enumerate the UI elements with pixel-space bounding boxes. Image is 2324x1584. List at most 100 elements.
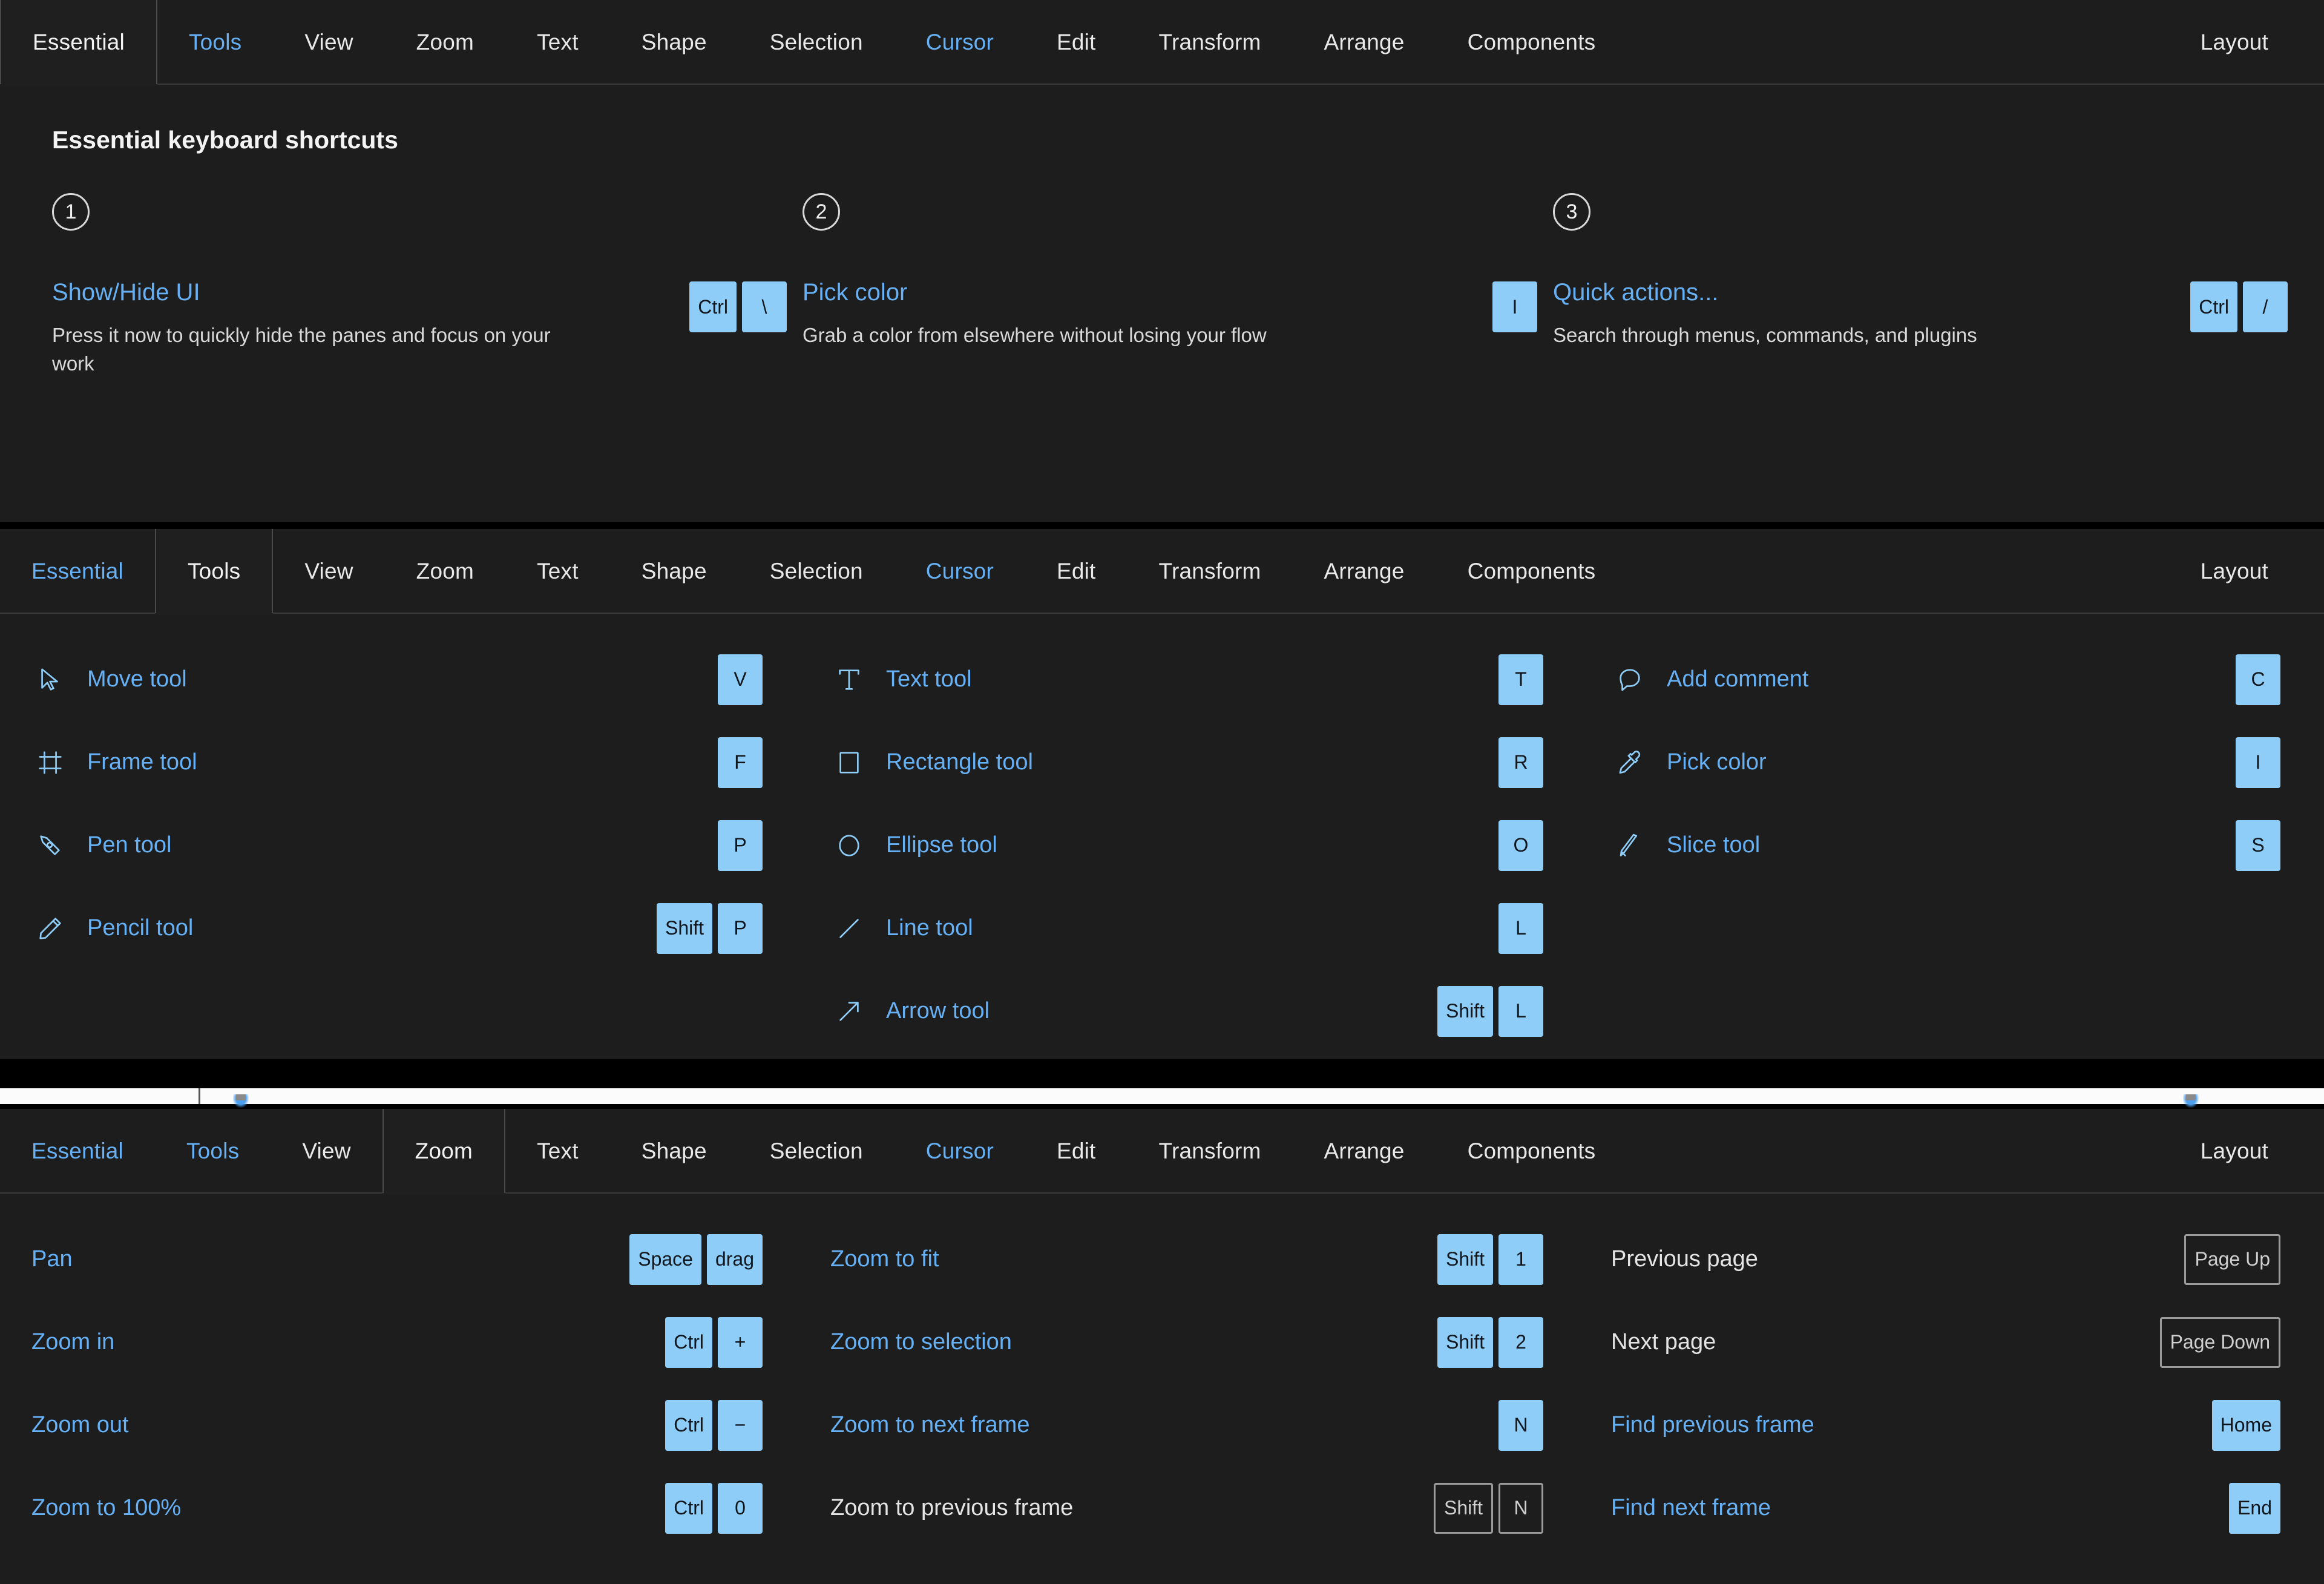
shortcut-label[interactable]: Add comment	[1667, 666, 1808, 692]
shortcut-label[interactable]: Find previous frame	[1611, 1412, 1814, 1438]
tab-cursor[interactable]: Cursor	[894, 529, 1025, 614]
shortcut-label[interactable]: Ellipse tool	[886, 832, 997, 858]
shortcut-label[interactable]: Zoom to 100%	[31, 1495, 181, 1521]
shortcut-row[interactable]: Zoom to next frame N	[830, 1384, 1543, 1467]
tab-text[interactable]: Text	[505, 1109, 610, 1194]
shortcut-row[interactable]: Zoom to 100% Ctrl 0	[31, 1467, 763, 1549]
shortcut-label[interactable]: Zoom to previous frame	[830, 1495, 1073, 1521]
shortcut-row[interactable]: Zoom out Ctrl −	[31, 1384, 763, 1467]
shortcut-label[interactable]: Rectangle tool	[886, 749, 1033, 775]
tab-zoom[interactable]: Zoom	[385, 529, 505, 614]
tab-edit[interactable]: Edit	[1025, 529, 1128, 614]
shortcut-row[interactable]: Zoom to previous frame Shift N	[830, 1467, 1543, 1549]
shortcut-label[interactable]: Zoom to fit	[830, 1246, 939, 1272]
tab-shape[interactable]: Shape	[610, 0, 738, 85]
shortcut-label[interactable]: Text tool	[886, 666, 972, 692]
tab-essential[interactable]: Essential	[0, 1109, 155, 1194]
tab-view[interactable]: View	[273, 529, 384, 614]
shortcut-label[interactable]: Previous page	[1611, 1246, 1758, 1272]
shortcut-row[interactable]: Pen tool P	[31, 804, 763, 887]
tab-arrange[interactable]: Arrange	[1293, 529, 1436, 614]
shortcut-row[interactable]: Pick color I	[1611, 721, 2280, 804]
tab-layout[interactable]: Layout	[2169, 1109, 2324, 1194]
shortcut-column: Zoom to fit Shift 1 Zoom to selection Shift 2…	[799, 1218, 1580, 1549]
shortcut-row[interactable]: Find next frame End	[1611, 1467, 2280, 1549]
tab-components[interactable]: Components	[1436, 529, 1627, 614]
shortcut-row[interactable]: Pencil tool Shift P	[31, 887, 763, 970]
tab-tools[interactable]: Tools	[157, 0, 273, 85]
shortcut-description: Press it now to quickly hide the panes a…	[52, 324, 551, 375]
tab-arrange[interactable]: Arrange	[1293, 1109, 1436, 1194]
tab-selection[interactable]: Selection	[738, 1109, 894, 1194]
shortcut-row[interactable]: Rectangle tool R	[830, 721, 1543, 804]
tab-zoom[interactable]: Zoom	[385, 0, 505, 85]
shortcut-label[interactable]: Pencil tool	[87, 915, 193, 941]
shortcut-row[interactable]: Ellipse tool O	[830, 804, 1543, 887]
shortcut-label[interactable]: Pan	[31, 1246, 73, 1272]
tab-text[interactable]: Text	[505, 529, 610, 614]
shortcut-row[interactable]: Arrow tool Shift L	[830, 970, 1543, 1053]
shortcut-name[interactable]: Pick color	[803, 280, 1492, 304]
tab-transform[interactable]: Transform	[1128, 529, 1293, 614]
shortcut-row[interactable]: Zoom in Ctrl +	[31, 1301, 763, 1384]
shortcut-label[interactable]: Line tool	[886, 915, 973, 941]
shortcut-label[interactable]: Zoom out	[31, 1412, 129, 1438]
separator-handle-left[interactable]	[233, 1094, 249, 1108]
shortcut-row[interactable]: Next page Page Down	[1611, 1301, 2280, 1384]
shortcut-row[interactable]: Zoom to fit Shift 1	[830, 1218, 1543, 1301]
shortcut-label[interactable]: Slice tool	[1667, 832, 1760, 858]
tab-selection[interactable]: Selection	[738, 529, 894, 614]
shortcut-row[interactable]: Find previous frame Home	[1611, 1384, 2280, 1467]
tab-components[interactable]: Components	[1436, 1109, 1627, 1194]
key-badge: Shift	[1433, 1482, 1493, 1534]
tab-view[interactable]: View	[271, 1109, 382, 1194]
shortcut-row[interactable]: Text tool T	[830, 638, 1543, 721]
tab-cursor[interactable]: Cursor	[894, 0, 1025, 85]
tab-shape[interactable]: Shape	[610, 529, 738, 614]
shortcut-label[interactable]: Frame tool	[87, 749, 197, 775]
page-title: Essential keyboard shortcuts	[52, 126, 398, 154]
separator-white-bar	[0, 1088, 2324, 1104]
shortcut-row[interactable]: Frame tool F	[31, 721, 763, 804]
tab-layout[interactable]: Layout	[2169, 0, 2324, 85]
shortcut-row[interactable]: Move tool V	[31, 638, 763, 721]
shortcut-row[interactable]: Add comment C	[1611, 638, 2280, 721]
shortcut-name[interactable]: Show/Hide UI	[52, 280, 689, 304]
tab-layout[interactable]: Layout	[2169, 529, 2324, 614]
shortcut-label[interactable]: Zoom to next frame	[830, 1412, 1029, 1438]
tab-essential[interactable]: Essential	[0, 0, 157, 86]
panel-separator-band[interactable]	[0, 1059, 2324, 1109]
tab-zoom[interactable]: Zoom	[382, 1109, 506, 1195]
tab-text[interactable]: Text	[505, 0, 610, 85]
shortcut-label[interactable]: Move tool	[87, 666, 187, 692]
separator-handle-right[interactable]	[2183, 1094, 2199, 1108]
tab-transform[interactable]: Transform	[1128, 1109, 1293, 1194]
shortcut-row[interactable]: Pan Space drag	[31, 1218, 763, 1301]
shortcut-label[interactable]: Find next frame	[1611, 1495, 1771, 1521]
shortcut-row[interactable]: Line tool L	[830, 887, 1543, 970]
shortcut-label[interactable]: Next page	[1611, 1329, 1716, 1355]
tab-view[interactable]: View	[273, 0, 384, 85]
shortcut-row[interactable]: Zoom to selection Shift 2	[830, 1301, 1543, 1384]
shortcut-label[interactable]: Arrow tool	[886, 998, 990, 1024]
tab-components[interactable]: Components	[1436, 0, 1627, 85]
shortcut-label[interactable]: Zoom in	[31, 1329, 114, 1355]
tab-shape[interactable]: Shape	[610, 1109, 738, 1194]
tab-arrange[interactable]: Arrange	[1293, 0, 1436, 85]
shortcut-label[interactable]: Pick color	[1667, 749, 1767, 775]
tab-cursor[interactable]: Cursor	[894, 1109, 1025, 1194]
tab-edit[interactable]: Edit	[1025, 1109, 1128, 1194]
shortcut-name[interactable]: Quick actions...	[1553, 280, 2190, 304]
tab-transform[interactable]: Transform	[1128, 0, 1293, 85]
tab-selection[interactable]: Selection	[738, 0, 894, 85]
shortcut-row[interactable]: Previous page Page Up	[1611, 1218, 2280, 1301]
shortcut-label[interactable]: Zoom to selection	[830, 1329, 1012, 1355]
tab-tools[interactable]: Tools	[154, 529, 274, 615]
tab-essential[interactable]: Essential	[0, 529, 155, 614]
shortcut-label[interactable]: Pen tool	[87, 832, 171, 858]
tab-tools[interactable]: Tools	[155, 1109, 271, 1194]
tab-edit[interactable]: Edit	[1025, 0, 1128, 85]
line-icon	[830, 915, 868, 942]
key-badge: /	[2243, 281, 2288, 332]
shortcut-row[interactable]: Slice tool S	[1611, 804, 2280, 887]
